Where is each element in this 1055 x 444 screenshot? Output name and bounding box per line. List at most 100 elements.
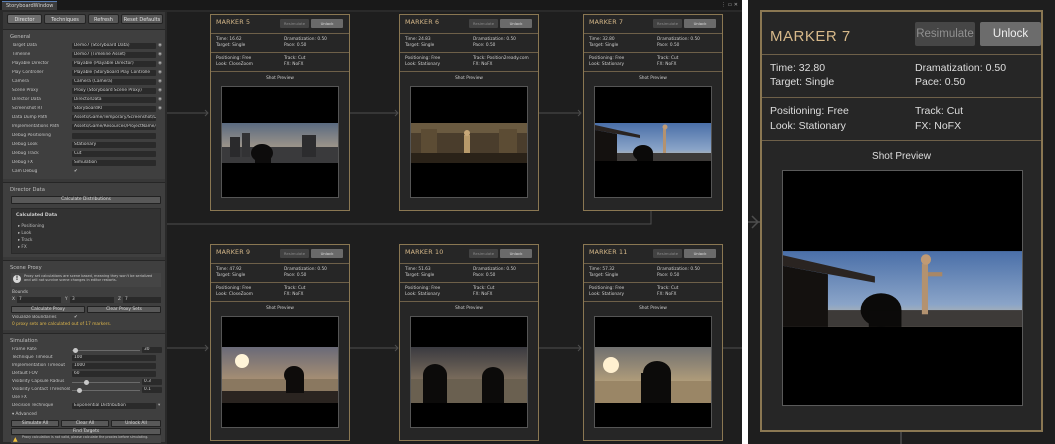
simulation-row-field[interactable]: 30 bbox=[142, 347, 162, 353]
window-tab-storyboard[interactable]: StoryboardWindow bbox=[2, 1, 58, 10]
calculated-data-box: Calculated Data ▸ Positioning ▸ Look ▸ T… bbox=[11, 208, 161, 254]
bounds-x-field[interactable]: 7 bbox=[17, 297, 61, 303]
zoom-pace: Pace: 0.50 bbox=[915, 76, 966, 88]
slider-knob[interactable] bbox=[76, 387, 82, 393]
resimulate-button[interactable]: Resimulate bbox=[653, 249, 682, 258]
general-row-field[interactable]: Demo7 (Timeline Asset) bbox=[72, 52, 156, 58]
general-row-field[interactable]: Simulation bbox=[72, 160, 156, 166]
simulation-row-field[interactable]: 0.3 bbox=[142, 379, 162, 385]
simulation-row-field[interactable]: 60 bbox=[72, 371, 156, 377]
object-picker-icon[interactable]: ◉ bbox=[158, 97, 162, 103]
resimulate-button[interactable]: Resimulate bbox=[469, 19, 498, 28]
foldout-look[interactable]: ▸ Look bbox=[18, 229, 44, 236]
general-row-field[interactable]: StoryboardRT bbox=[72, 106, 156, 112]
simulation-row-field[interactable]: 100 bbox=[72, 355, 156, 361]
marker-time: Time: 24.83 bbox=[405, 37, 431, 42]
general-row-field[interactable]: Playable (Storyboard Play Controlle bbox=[72, 70, 156, 76]
simulation-row-field[interactable] bbox=[72, 395, 156, 401]
object-picker-icon[interactable]: ◉ bbox=[158, 79, 162, 85]
simulation-slider[interactable] bbox=[12, 387, 162, 393]
marker-card[interactable]: MARKER 6 Resimulate Unlock Time: 24.83 Targe… bbox=[399, 14, 539, 211]
slider-knob[interactable] bbox=[73, 347, 79, 353]
general-row-field[interactable]: DirectorData bbox=[72, 97, 156, 103]
clear-proxy-sets-button[interactable]: Clear Proxy Sets bbox=[87, 306, 161, 313]
object-picker-icon[interactable]: ◉ bbox=[158, 61, 162, 67]
card-divider bbox=[584, 263, 722, 264]
object-picker-icon[interactable]: ◉ bbox=[158, 70, 162, 76]
simulation-row: Use FX bbox=[12, 395, 162, 401]
general-row-field[interactable]: Assets/Game/Resources/ProjectName/T bbox=[72, 124, 156, 130]
marker-card[interactable]: MARKER 5 Resimulate Unlock Time: 16.62 Targe… bbox=[210, 14, 350, 211]
advanced-foldout[interactable]: ▾ Advanced bbox=[12, 412, 37, 417]
marker-card[interactable]: MARKER 7 Resimulate Unlock Time: 32.80 Targe… bbox=[583, 14, 723, 211]
object-picker-icon[interactable]: ◉ bbox=[158, 88, 162, 94]
simulate-all-button[interactable]: Simulate All bbox=[11, 420, 59, 427]
unlock-button[interactable]: Unlock bbox=[684, 249, 716, 258]
general-section: General Target Data Demo7 (Storyboard Dat… bbox=[3, 29, 165, 179]
unlock-button[interactable]: Unlock bbox=[311, 249, 343, 258]
zoom-resimulate-button[interactable]: Resimulate bbox=[915, 22, 975, 46]
general-row-field[interactable]: Demo7 (Storyboard Data) bbox=[72, 43, 156, 49]
reset-defaults-button[interactable]: Reset Defaults bbox=[121, 14, 163, 24]
marker-time: Time: 47.92 bbox=[216, 267, 242, 272]
find-targets-button[interactable]: Find Targets bbox=[11, 428, 161, 435]
object-picker-icon[interactable]: ◉ bbox=[158, 43, 162, 49]
zoom-unlock-button[interactable]: Unlock bbox=[980, 22, 1041, 46]
general-row-field[interactable]: Proxy (Storyboard Scene Proxy) bbox=[72, 88, 156, 94]
simulation-row: Technique Timeout 100 bbox=[12, 355, 162, 361]
calculate-proxy-button[interactable]: Calculate Proxy bbox=[11, 306, 85, 313]
simulation-slider[interactable] bbox=[12, 347, 162, 353]
object-picker-icon[interactable]: ◉ bbox=[158, 52, 162, 58]
foldout-track[interactable]: ▸ Track bbox=[18, 236, 44, 243]
general-row-field[interactable]: Playable (Playable Director) bbox=[72, 61, 156, 67]
inspector-panel: Director Techniques Refresh Reset Defaul… bbox=[3, 12, 165, 443]
general-row-field[interactable]: Cut bbox=[72, 151, 156, 157]
window-controls[interactable]: ⋮ ▭ ✕ bbox=[721, 1, 738, 9]
resimulate-button[interactable]: Resimulate bbox=[469, 249, 498, 258]
resimulate-button[interactable]: Resimulate bbox=[280, 249, 309, 258]
unlock-all-button[interactable]: Unlock All bbox=[111, 420, 161, 427]
unlock-button[interactable]: Unlock bbox=[684, 19, 716, 28]
unlock-button[interactable]: Unlock bbox=[500, 249, 532, 258]
marker-pace: Pace: 0.50 bbox=[473, 273, 496, 278]
marker-pace: Pace: 0.50 bbox=[473, 43, 496, 48]
general-row-field[interactable] bbox=[72, 133, 156, 139]
card-divider bbox=[584, 52, 722, 53]
general-row-field[interactable]: Stationary bbox=[72, 142, 156, 148]
tab-director[interactable]: Director bbox=[7, 14, 42, 24]
zoom-shot-preview-image bbox=[782, 170, 1023, 406]
calculate-distributions-button[interactable]: Calculate Distributions bbox=[11, 196, 161, 204]
bounds-y-field[interactable]: 3 bbox=[70, 297, 114, 303]
marker-dramatization: Dramatization: 0.50 bbox=[657, 267, 700, 272]
resimulate-button[interactable]: Resimulate bbox=[653, 19, 682, 28]
clear-all-button[interactable]: Clear All bbox=[61, 420, 109, 427]
general-row-label: Debug Look bbox=[12, 142, 38, 147]
unlock-button[interactable]: Unlock bbox=[311, 19, 343, 28]
marker-title: MARKER 11 bbox=[589, 249, 628, 256]
object-picker-icon[interactable]: ◉ bbox=[158, 106, 162, 112]
dropdown-arrow-icon[interactable]: ▾ bbox=[158, 403, 160, 409]
tab-techniques[interactable]: Techniques bbox=[44, 14, 86, 24]
refresh-button[interactable]: Refresh bbox=[88, 14, 119, 24]
visualize-boundaries-checkbox[interactable]: ✔ bbox=[72, 315, 156, 321]
simulation-row-field[interactable]: 0.1 bbox=[142, 387, 162, 393]
general-row-field[interactable]: ✔ bbox=[72, 169, 156, 175]
foldout-positioning[interactable]: ▸ Positioning bbox=[18, 222, 44, 229]
simulation-slider[interactable] bbox=[12, 379, 162, 385]
general-row-field[interactable]: Assets/Game/Temporary/Screenshot/Dum bbox=[72, 115, 156, 121]
general-row-field[interactable]: Camera (Camera) bbox=[72, 79, 156, 85]
marker-7-card-zoomed[interactable]: MARKER 7 Resimulate Unlock Time: 32.80 T… bbox=[760, 10, 1043, 432]
unlock-button[interactable]: Unlock bbox=[500, 19, 532, 28]
simulation-row-field[interactable]: Exponential Distribution bbox=[72, 403, 156, 409]
marker-card[interactable]: MARKER 11 Resimulate Unlock Time: 57.32 Targ… bbox=[583, 244, 723, 441]
marker-card[interactable]: MARKER 10 Resimulate Unlock Time: 51.63 Targ… bbox=[399, 244, 539, 441]
foldout-fx[interactable]: ▸ FX bbox=[18, 243, 44, 250]
storyboard-graph[interactable]: MARKER 5 Resimulate Unlock Time: 16.62 Targe… bbox=[167, 12, 742, 444]
marker-card[interactable]: MARKER 9 Resimulate Unlock Time: 47.92 Targe… bbox=[210, 244, 350, 441]
general-row: Cam Debug ✔ bbox=[12, 169, 162, 175]
bounds-label: Bounds bbox=[12, 290, 28, 295]
bounds-z-field[interactable]: 7 bbox=[123, 297, 161, 303]
resimulate-button[interactable]: Resimulate bbox=[280, 19, 309, 28]
simulation-row-field[interactable]: 1000 bbox=[72, 363, 156, 369]
slider-knob[interactable] bbox=[83, 379, 89, 385]
